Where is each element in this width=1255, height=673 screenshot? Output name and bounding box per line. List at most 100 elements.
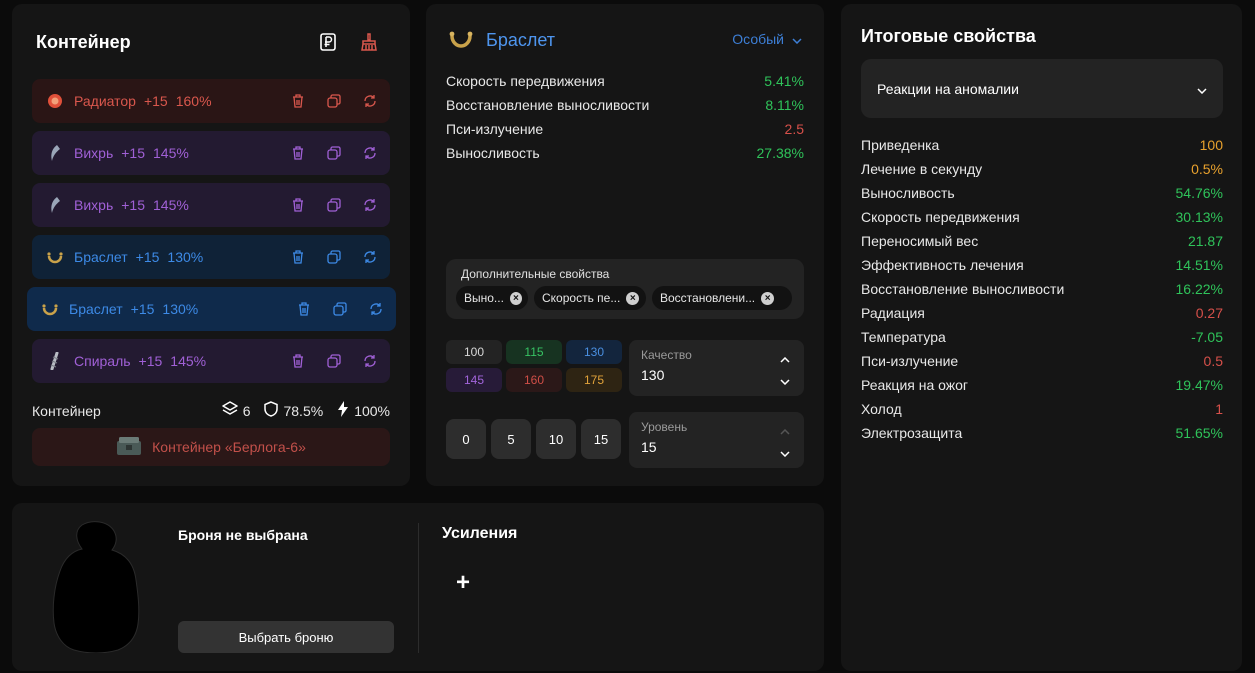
artifact-name: Вихрь (74, 145, 114, 161)
swap-icon[interactable] (362, 353, 378, 369)
property-chip[interactable]: Скорость пе... × (534, 286, 646, 310)
artifact-properties: Скорость передвижения 5.41% Восстановлен… (446, 72, 804, 168)
trash-icon[interactable] (290, 145, 306, 161)
total-row: Выносливость 54.76% (861, 184, 1223, 208)
trash-icon[interactable] (290, 353, 306, 369)
total-row: Восстановление выносливости 16.22% (861, 280, 1223, 304)
total-value: 21.87 (1187, 233, 1223, 249)
level-preset-button[interactable]: 15 (581, 419, 621, 459)
quality-stepper[interactable]: Качество 130 (629, 340, 804, 396)
property-value: 5.41% (764, 73, 804, 89)
artifact-title: Браслет (486, 30, 555, 50)
total-name: Выносливость (861, 185, 955, 201)
copy-icon[interactable] (326, 145, 342, 161)
total-value: 0.5 (1203, 353, 1223, 369)
close-icon[interactable]: × (626, 291, 640, 305)
copy-icon[interactable] (326, 249, 342, 265)
total-value: 1 (1215, 401, 1223, 417)
total-name: Пси-излучение (861, 353, 959, 369)
total-value: 14.51% (1175, 257, 1223, 273)
total-row: Лечение в секунду 0.5% (861, 160, 1223, 184)
rarity-dropdown[interactable]: Особый (732, 31, 802, 47)
property-chip[interactable]: Восстановлени... × (652, 286, 792, 310)
layers-icon (221, 401, 238, 420)
trash-icon[interactable] (296, 301, 312, 317)
add-boost-button[interactable]: + (456, 569, 470, 597)
total-value: 0.27 (1195, 305, 1223, 321)
total-name: Холод (861, 401, 902, 417)
container-footer: Контейнер 6 78.5% 100% (32, 401, 390, 420)
artifact-level: +15 (138, 353, 163, 369)
chip-label: Скорость пе... (542, 291, 621, 305)
chevron-down-icon[interactable] (780, 372, 790, 390)
total-row: Электрозащита 51.65% (861, 424, 1223, 448)
quality-label: Качество (641, 348, 692, 362)
quality-preset-button[interactable]: 100 (446, 340, 502, 364)
level-preset-button[interactable]: 10 (536, 419, 576, 459)
bracelet-artifact-icon (448, 26, 474, 55)
level-stepper[interactable]: Уровень 15 (629, 412, 804, 468)
swap-icon[interactable] (362, 197, 378, 213)
quality-preset-button[interactable]: 130 (566, 340, 622, 364)
select-container-button[interactable]: Контейнер «Берлога-6» (32, 428, 390, 466)
artifact-level: +15 (121, 197, 145, 213)
armor-silhouette-icon[interactable] (50, 521, 146, 658)
artifact-row[interactable]: Спираль +15 145% (32, 339, 390, 383)
artifact-quality: 145% (153, 197, 189, 213)
totals-panel: Итоговые свойства Реакции на аномалии Пр… (841, 4, 1242, 671)
quality-preset-button[interactable]: 160 (506, 368, 562, 392)
level-preset-button[interactable]: 5 (491, 419, 531, 459)
chevron-down-icon[interactable] (780, 444, 790, 462)
swap-icon[interactable] (362, 145, 378, 161)
quality-preset-button[interactable]: 175 (566, 368, 622, 392)
artifact-name: Радиатор (74, 93, 136, 109)
artifact-row[interactable]: Браслет +15 130% (32, 235, 390, 279)
artifact-quality: 160% (175, 93, 212, 109)
copy-icon[interactable] (326, 93, 342, 109)
artifact-detail-panel: Браслет Особый Скорость передвижения 5.4… (426, 4, 824, 486)
category-select[interactable]: Реакции на аномалии (861, 59, 1223, 118)
quality-preset-button[interactable]: 115 (506, 340, 562, 364)
trash-icon[interactable] (290, 249, 306, 265)
protection-value: 78.5% (283, 402, 324, 419)
property-name: Скорость передвижения (446, 73, 605, 89)
artifact-name: Браслет (74, 249, 128, 265)
chevron-up-icon[interactable] (780, 350, 790, 368)
total-name: Приведенка (861, 137, 940, 153)
swap-icon[interactable] (362, 93, 378, 109)
ruble-icon[interactable] (320, 33, 336, 51)
copy-icon[interactable] (326, 197, 342, 213)
container-panel: Контейнер Радиатор +15 160% Вихрь +15 14… (12, 4, 410, 486)
artifact-row[interactable]: Вихрь +15 145% (32, 183, 390, 227)
close-icon[interactable]: × (509, 291, 522, 305)
level-preset-button[interactable]: 0 (446, 419, 486, 459)
artifact-quality: 130% (162, 301, 199, 317)
property-row: Скорость передвижения 5.41% (446, 72, 804, 96)
shield-icon (264, 401, 279, 420)
chevron-up-icon[interactable] (780, 422, 790, 440)
artifact-row[interactable]: Вихрь +15 145% (32, 131, 390, 175)
choose-armor-button[interactable]: Выбрать броню (178, 621, 394, 653)
artifact-row-selected[interactable]: Браслет +15 130% (27, 287, 396, 331)
broom-icon[interactable] (360, 33, 378, 51)
close-icon[interactable]: × (761, 291, 775, 305)
total-row: Холод 1 (861, 400, 1223, 424)
swap-icon[interactable] (368, 301, 384, 317)
quality-preset-button[interactable]: 145 (446, 368, 502, 392)
trash-icon[interactable] (290, 197, 306, 213)
swap-icon[interactable] (362, 249, 378, 265)
property-row: Пси-излучение 2.5 (446, 120, 804, 144)
total-name: Лечение в секунду (861, 161, 983, 177)
copy-icon[interactable] (332, 301, 348, 317)
artifact-quality: 145% (170, 353, 207, 369)
total-row: Реакция на ожог 19.47% (861, 376, 1223, 400)
category-select-value: Реакции на аномалии (877, 80, 1019, 97)
artifact-level: +15 (143, 93, 168, 109)
trash-icon[interactable] (290, 93, 306, 109)
copy-icon[interactable] (326, 353, 342, 369)
total-name: Радиация (861, 305, 925, 321)
total-row: Скорость передвижения 30.13% (861, 208, 1223, 232)
artifact-row[interactable]: Радиатор +15 160% (32, 79, 390, 123)
totals-title: Итоговые свойства (861, 26, 1036, 46)
property-chip[interactable]: Выно... × (456, 286, 528, 310)
